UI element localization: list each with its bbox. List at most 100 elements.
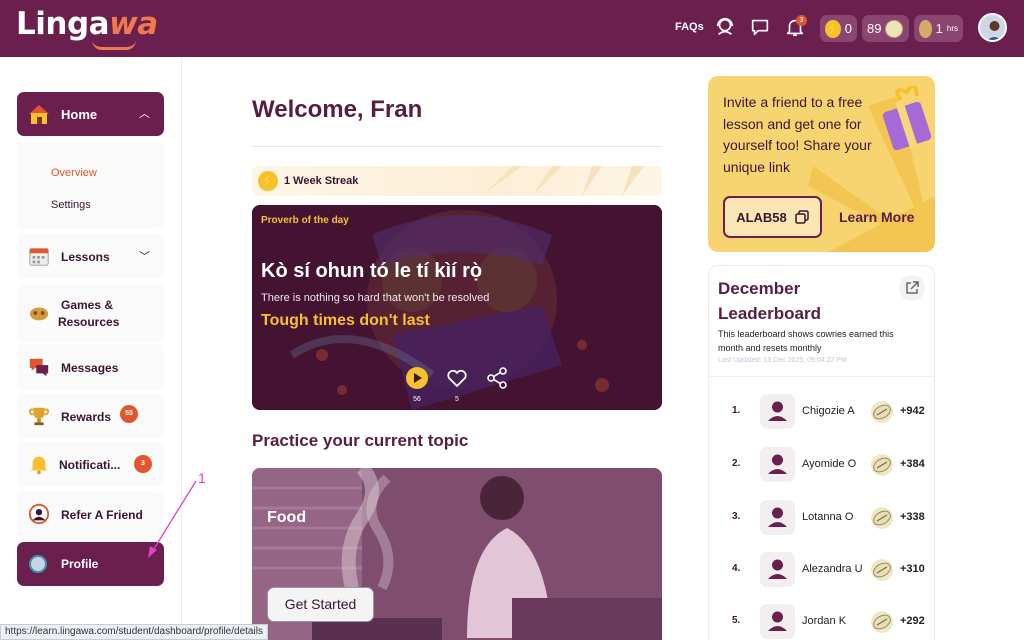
heart-icon <box>447 369 467 387</box>
proverb-english: Tough times don't last <box>261 312 430 329</box>
sidebar-item-settings[interactable]: Settings <box>51 199 91 211</box>
sidebar-item-lessons[interactable]: Lessons ﹀ <box>17 233 164 279</box>
lightning-icon: ⚡ <box>825 19 841 38</box>
leaderboard-title: December Leaderboard <box>718 279 821 323</box>
user-placeholder-icon <box>760 604 795 639</box>
notifications-badge: 3 <box>134 455 152 473</box>
calendar-icon <box>29 248 49 266</box>
sidebar-item-overview[interactable]: Overview <box>51 167 97 179</box>
sidebar-item-label: Lessons <box>61 250 110 264</box>
like-button[interactable]: 5 <box>445 366 469 403</box>
row-name: Jordan K <box>802 615 847 627</box>
topic-title: Food <box>267 509 307 526</box>
logo-text: Linga <box>16 6 110 42</box>
leaderboard-divider <box>709 376 934 377</box>
chat-icon[interactable] <box>749 16 771 38</box>
page-title: Welcome, Fran <box>252 96 423 123</box>
copy-referral-code-button[interactable]: ALAB58 <box>723 196 822 238</box>
chevron-down-icon: ﹀ <box>139 251 150 263</box>
row-rank: 4. <box>732 563 741 574</box>
sidebar-item-label: Refer A Friend <box>61 508 143 522</box>
row-points: +310 <box>900 563 925 575</box>
user-placeholder-icon <box>760 552 795 587</box>
leaderboard-row: 1. Chigozie A +942 <box>709 392 934 432</box>
share-button[interactable] <box>485 366 509 395</box>
messages-icon <box>29 358 49 377</box>
cowrie-icon <box>885 19 904 38</box>
cowrie-icon <box>871 401 893 423</box>
faqs-link[interactable]: FAQs <box>675 21 704 33</box>
cowrie-icon <box>871 507 893 529</box>
user-placeholder-icon <box>760 394 795 429</box>
invite-text: Invite a friend to a free lesson and get… <box>723 94 872 175</box>
play-count: 56 <box>413 396 421 403</box>
sidebar-item-label-line1: Games & <box>61 298 114 312</box>
support-agent-icon[interactable] <box>714 16 736 38</box>
sidebar-item-label: Profile <box>61 557 99 571</box>
proverb-yoruba-text: Kò sí ohun tó le tí kìí rọ̀ <box>261 260 483 282</box>
sidebar-item-label-line2: Resources <box>58 315 120 329</box>
sidebar-item-rewards[interactable]: Rewards 55 <box>17 393 164 439</box>
home-submenu: Overview Settings <box>17 142 164 229</box>
user-avatar[interactable] <box>978 13 1007 42</box>
leaderboard-open-button[interactable] <box>899 275 925 301</box>
sidebar-item-label: Notificati... <box>59 458 121 472</box>
bell-icon <box>30 456 48 475</box>
trophy-icon <box>29 407 49 426</box>
row-rank: 2. <box>732 458 741 469</box>
annotation-number: 1 <box>198 470 206 486</box>
streak-banner: ⚡ 1 Week Streak <box>252 166 662 196</box>
row-rank: 5. <box>732 615 741 626</box>
proverb-card: Proverb of the day Kò sí ohun tó le tí k… <box>252 205 662 410</box>
cowrie-balance[interactable]: 89 <box>862 15 909 42</box>
streak-rays-decoration <box>482 166 644 196</box>
user-placeholder-icon <box>760 447 795 482</box>
row-points: +384 <box>900 458 925 470</box>
annotation-arrow <box>148 480 197 558</box>
user-photo-icon <box>980 15 1005 40</box>
row-name: Ayomide O <box>802 458 857 470</box>
learn-more-link[interactable]: Learn More <box>839 209 914 225</box>
cowrie-icon <box>871 559 893 581</box>
sidebar-item-messages[interactable]: Messages <box>17 344 164 390</box>
proverb-header: Proverb of the day <box>261 215 349 226</box>
cowrie-count: 89 <box>867 21 882 36</box>
sidebar-item-games-resources[interactable]: Games & Resources <box>17 284 164 342</box>
lingawa-logo[interactable]: Lingawa <box>16 6 158 42</box>
sidebar-item-label: Rewards <box>61 410 112 424</box>
hours-unit: hrs <box>946 24 958 33</box>
get-started-button[interactable]: Get Started <box>267 587 374 622</box>
top-bar: Lingawa FAQs 3 ⚡ 0 89 1 hrs <box>0 0 1024 57</box>
hours-balance[interactable]: 1 hrs <box>914 15 963 42</box>
row-rank: 1. <box>732 405 741 416</box>
row-points: +338 <box>900 511 925 523</box>
row-name: Chigozie A <box>802 405 855 417</box>
streak-label: 1 Week Streak <box>284 175 359 187</box>
sidebar-item-home[interactable]: Home ︿ <box>17 92 164 136</box>
row-rank: 3. <box>732 511 741 522</box>
user-placeholder-icon <box>760 500 795 535</box>
proverb-meaning: There is nothing so hard that won't be r… <box>261 292 490 304</box>
chevron-up-icon: ︿ <box>139 108 150 120</box>
share-icon <box>487 367 507 389</box>
invite-friend-card: Invite a friend to a free lesson and get… <box>708 76 935 252</box>
hours-value: 1 <box>935 21 943 36</box>
leaderboard-updated: Last Updated: 13 Dec 2025, 09:04:22 PM <box>718 357 847 364</box>
play-button[interactable]: 56 <box>405 366 429 403</box>
practice-section-title: Practice your current topic <box>252 431 469 450</box>
refer-friend-icon <box>28 503 50 525</box>
leaderboard-card: December Leaderboard This leaderboard sh… <box>708 265 935 640</box>
notification-count-badge: 3 <box>796 15 807 26</box>
home-house-icon <box>29 105 49 124</box>
gift-icon <box>882 86 932 151</box>
copy-icon <box>795 210 809 224</box>
leaderboard-row: 4. Alezandra U +310 <box>709 550 934 590</box>
lightning-balance[interactable]: ⚡ 0 <box>820 15 857 42</box>
leaderboard-row: 3. Lotanna O +338 <box>709 498 934 538</box>
status-bar-url: https://learn.lingawa.com/student/dashbo… <box>0 624 268 640</box>
topic-card-food[interactable]: Food Get Started <box>252 468 662 640</box>
leaderboard-row: 5. Jordan K +292 <box>709 602 934 640</box>
sidebar-item-label: Messages <box>61 361 119 375</box>
hours-bag-icon <box>919 19 932 38</box>
logo-swoosh <box>92 40 136 50</box>
